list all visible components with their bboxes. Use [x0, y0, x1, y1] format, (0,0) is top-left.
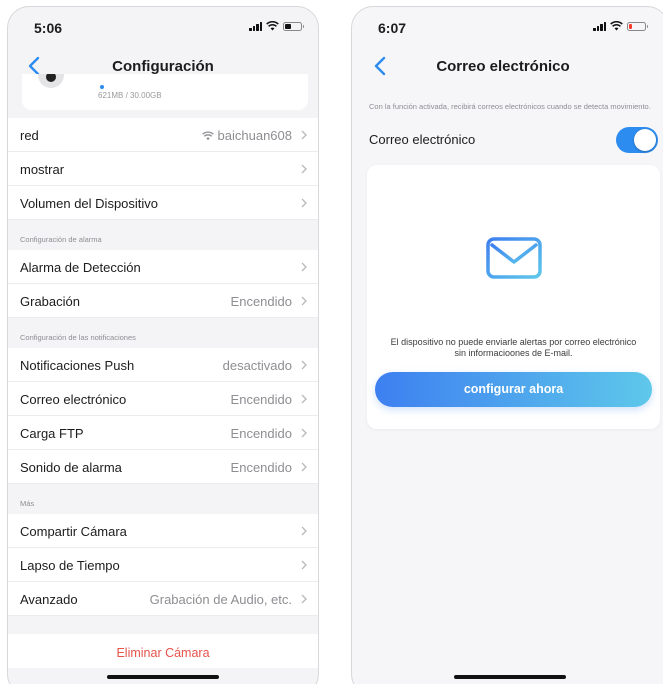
row-label: Correo electrónico — [20, 392, 127, 407]
chevron-right-icon — [301, 130, 307, 140]
network-name: baichuan608 — [217, 128, 292, 143]
status-time: 6:07 — [378, 20, 407, 36]
wifi-icon — [201, 130, 214, 140]
section-header-alarm: Configuración de alarma — [8, 220, 318, 250]
section-header-notifications: Configuración de las notificaciones — [8, 318, 318, 348]
signal-icon — [593, 21, 606, 31]
row-value: Grabación de Audio, etc. — [149, 592, 292, 607]
settings-row-email[interactable]: Correo electrónico Encendido — [8, 382, 318, 416]
configure-now-button[interactable]: configurar ahora — [375, 372, 652, 407]
battery-icon — [283, 21, 304, 31]
camera-thumbnail — [38, 74, 64, 88]
envelope-icon — [485, 237, 542, 279]
row-label: Sonido de alarma — [20, 460, 122, 475]
row-label: red — [20, 128, 39, 143]
email-setup-card: El dispositivo no puede enviarle alertas… — [367, 165, 660, 429]
settings-row-recording[interactable]: Grabación Encendido — [8, 284, 318, 318]
settings-screen: 5:06 Configuración 621MB / 30.00GB red b… — [7, 6, 319, 684]
settings-row-push[interactable]: Notificaciones Push desactivado — [8, 348, 318, 382]
status-icons — [593, 21, 648, 31]
section-header-more: Más — [8, 484, 318, 514]
email-info-text: Con la función activada, recibirá correo… — [369, 102, 651, 111]
chevron-right-icon — [301, 296, 307, 306]
storage-card: 621MB / 30.00GB — [22, 74, 308, 110]
row-label: Grabación — [20, 294, 80, 309]
chevron-right-icon — [301, 198, 307, 208]
row-value: desactivado — [222, 358, 292, 373]
chevron-right-icon — [301, 462, 307, 472]
settings-row-timelapse[interactable]: Lapso de Tiempo — [8, 548, 318, 582]
section-title: Configuración de alarma — [20, 235, 102, 244]
chevron-right-icon — [301, 594, 307, 604]
status-time: 5:06 — [34, 20, 63, 36]
settings-row-advanced[interactable]: Avanzado Grabación de Audio, etc. — [8, 582, 318, 616]
delete-camera-label: Eliminar Cámara — [116, 646, 210, 660]
chevron-right-icon — [301, 164, 307, 174]
settings-row-alarm-sound[interactable]: Sonido de alarma Encendido — [8, 450, 318, 484]
settings-row-detection-alarm[interactable]: Alarma de Detección — [8, 250, 318, 284]
page-title: Correo electrónico — [436, 58, 570, 75]
row-value: Encendido — [230, 460, 292, 475]
row-value: Encendido — [230, 426, 292, 441]
email-toggle-label: Correo electrónico — [369, 132, 476, 147]
settings-row-mostrar[interactable]: mostrar — [8, 152, 318, 186]
chevron-right-icon — [301, 360, 307, 370]
home-indicator — [107, 675, 219, 679]
row-value: Encendido — [230, 294, 292, 309]
wifi-icon — [610, 21, 623, 31]
status-icons — [249, 21, 304, 31]
settings-list: red baichuan608 mostrar Volumen del Disp… — [8, 118, 318, 668]
status-bar: 5:06 — [8, 7, 318, 45]
settings-row-ftp[interactable]: Carga FTP Encendido — [8, 416, 318, 450]
page-title: Configuración — [112, 58, 214, 75]
row-label: Alarma de Detección — [20, 260, 141, 275]
row-label: Lapso de Tiempo — [20, 558, 120, 573]
row-label: Carga FTP — [20, 426, 84, 441]
toggle-knob — [634, 129, 656, 151]
row-value: baichuan608 — [201, 128, 292, 143]
section-title: Configuración de las notificaciones — [20, 333, 136, 342]
chevron-right-icon — [301, 428, 307, 438]
chevron-right-icon — [301, 394, 307, 404]
email-toggle-row: Correo electrónico — [352, 121, 663, 155]
settings-row-red[interactable]: red baichuan608 — [8, 118, 318, 152]
chevron-right-icon — [301, 560, 307, 570]
row-label: Compartir Cámara — [20, 524, 127, 539]
chevron-right-icon — [301, 262, 307, 272]
email-toggle[interactable] — [616, 127, 658, 153]
storage-indicator — [100, 85, 104, 89]
status-bar: 6:07 — [352, 7, 663, 45]
row-label: mostrar — [20, 162, 65, 177]
settings-row-share-camera[interactable]: Compartir Cámara — [8, 514, 318, 548]
row-value: Encendido — [230, 392, 292, 407]
row-label: Avanzado — [20, 592, 78, 607]
chevron-right-icon — [301, 526, 307, 536]
storage-usage: 621MB / 30.00GB — [98, 91, 162, 100]
row-label: Notificaciones Push — [20, 358, 135, 373]
email-missing-message: El dispositivo no puede enviarle alertas… — [390, 337, 637, 358]
settings-row-volume[interactable]: Volumen del Dispositivo — [8, 186, 318, 220]
delete-camera-button[interactable]: Eliminar Cámara — [8, 634, 318, 668]
section-title: Más — [20, 499, 35, 508]
email-screen: 6:07 Correo electrónico Con la función a… — [351, 6, 663, 684]
row-label: Volumen del Dispositivo — [20, 196, 159, 211]
nav-bar: Correo electrónico — [352, 47, 663, 87]
home-indicator — [454, 675, 566, 679]
battery-icon — [627, 21, 648, 31]
signal-icon — [249, 21, 262, 31]
wifi-icon — [266, 21, 279, 31]
